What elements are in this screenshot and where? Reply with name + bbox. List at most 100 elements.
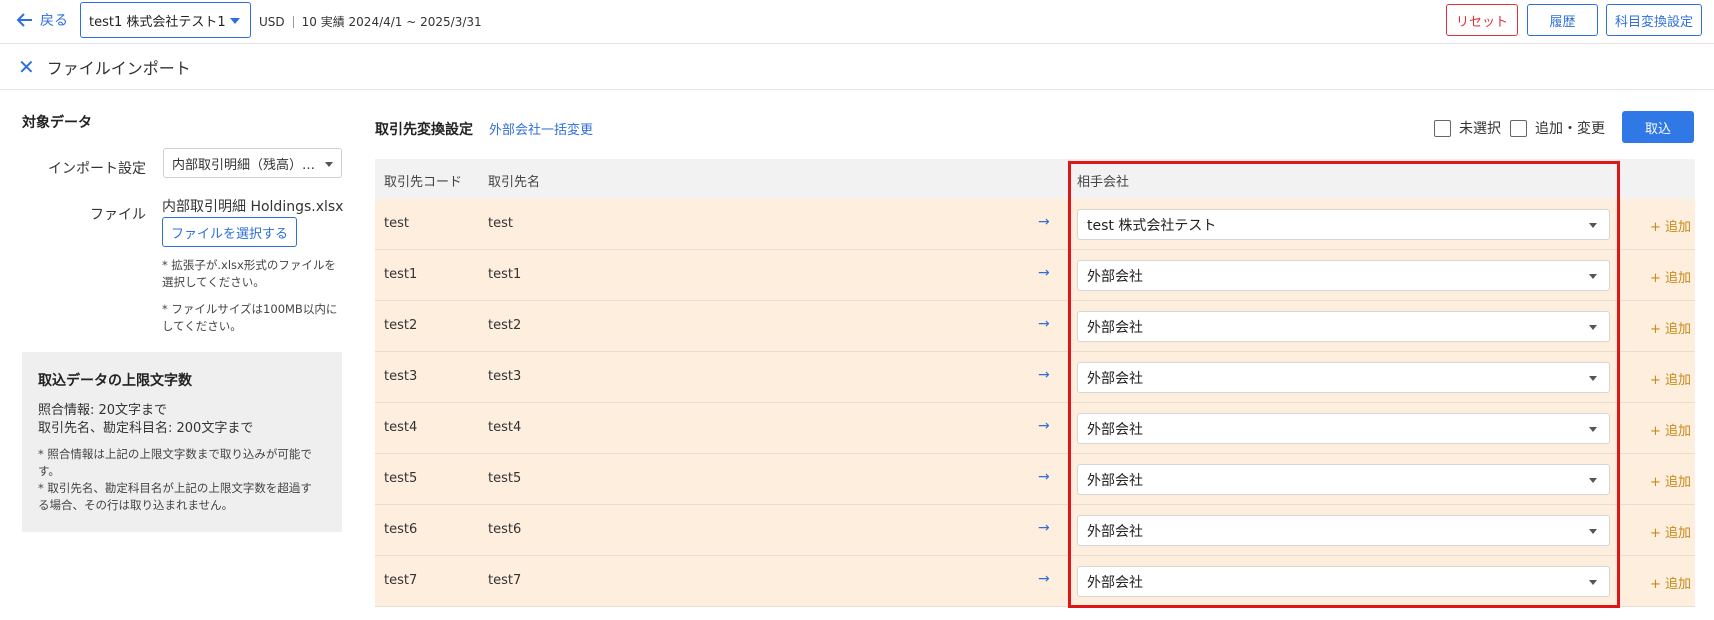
- section-title: 取引先変換設定: [375, 122, 473, 138]
- filesize-note: * ファイルサイズは100MB以内に してください。: [162, 301, 347, 335]
- unselected-filter-label: 未選択: [1459, 121, 1501, 137]
- table-row: test4 test4 → 外部会社 + 追加: [375, 403, 1695, 454]
- arrow-right-icon: →: [1038, 418, 1050, 434]
- sub-header: ✕ ファイルインポート: [0, 44, 1714, 90]
- bulk-change-external-link[interactable]: 外部会社一括変更: [489, 119, 593, 138]
- table-row: test3 test3 → 外部会社 + 追加: [375, 352, 1695, 403]
- partner-name: test2: [488, 318, 522, 333]
- table-row: test6 test6 → 外部会社 + 追加: [375, 505, 1695, 556]
- add-change-filter-checkbox[interactable]: 追加・変更: [1510, 118, 1605, 138]
- partner-code: test7: [384, 573, 418, 588]
- add-change-filter-label: 追加・変更: [1535, 121, 1605, 137]
- top-bar: 戻る test1 株式会社テスト1 USD 10 実績 2024/4/1 ~ 2…: [0, 0, 1714, 44]
- account-mapping-button[interactable]: 科目変換設定: [1606, 4, 1702, 36]
- info-note-2a: * 取引先名、勘定科目名が上記の上限文字数を超過す: [38, 481, 312, 495]
- target-data-title: 対象データ: [22, 115, 92, 131]
- info-note-1b: す。: [38, 464, 60, 478]
- add-button[interactable]: + 追加: [1650, 216, 1691, 235]
- arrow-left-icon: [16, 13, 32, 27]
- partner-company-select[interactable]: test 株式会社テスト: [1077, 209, 1610, 240]
- import-setting-value: 内部取引明細（残高）…: [172, 157, 316, 173]
- partner-name: test1: [488, 267, 522, 282]
- partner-name: test3: [488, 369, 522, 384]
- info-note-1a: * 照合情報は上記の上限文字数まで取り込みが可能で: [38, 447, 312, 461]
- partner-company-value: 外部会社: [1087, 523, 1143, 540]
- add-button[interactable]: + 追加: [1650, 318, 1691, 337]
- scenario-meta: USD 10 実績 2024/4/1 ~ 2025/3/31: [259, 13, 482, 30]
- info-title: 取込データの上限文字数: [38, 373, 192, 389]
- column-header-partner: 相手会社: [1077, 175, 1130, 190]
- partner-company-select[interactable]: 外部会社: [1077, 311, 1610, 342]
- divider: [292, 15, 294, 28]
- chevron-down-icon: [230, 18, 240, 24]
- import-setting-label: インポート設定: [48, 161, 146, 177]
- history-button[interactable]: 履歴: [1527, 4, 1598, 36]
- table-row: test7 test7 → 外部会社 + 追加: [375, 556, 1695, 607]
- chevron-down-icon: [1589, 223, 1597, 228]
- partner-company-value: 外部会社: [1087, 370, 1143, 387]
- extension-note: * 拡張子が.xlsx形式のファイルを 選択してください。: [162, 257, 347, 291]
- add-button[interactable]: + 追加: [1650, 420, 1691, 439]
- add-button[interactable]: + 追加: [1650, 573, 1691, 592]
- partner-code: test6: [384, 522, 418, 537]
- partner-company-value: 外部会社: [1087, 421, 1143, 438]
- import-button[interactable]: 取込: [1622, 111, 1694, 143]
- partner-company-select[interactable]: 外部会社: [1077, 362, 1610, 393]
- partner-name: test7: [488, 573, 522, 588]
- partner-company-select[interactable]: 外部会社: [1077, 464, 1610, 495]
- close-icon[interactable]: ✕: [18, 57, 35, 77]
- info-note-2b: る場合、その行は取り込まれません。: [38, 498, 234, 512]
- unselected-filter-checkbox[interactable]: 未選択: [1434, 118, 1501, 138]
- table-row: test1 test1 → 外部会社 + 追加: [375, 250, 1695, 301]
- add-button[interactable]: + 追加: [1650, 522, 1691, 541]
- partner-code: test3: [384, 369, 418, 384]
- char-limit-info-box: 取込データの上限文字数 照合情報: 20文字まで 取引先名、勘定科目名: 200…: [22, 352, 342, 532]
- table-row: test5 test5 → 外部会社 + 追加: [375, 454, 1695, 505]
- arrow-right-icon: →: [1038, 520, 1050, 536]
- partner-company-select[interactable]: 外部会社: [1077, 566, 1610, 597]
- company-select-value: test1 株式会社テスト1: [89, 14, 226, 30]
- add-button[interactable]: + 追加: [1650, 471, 1691, 490]
- company-select[interactable]: test1 株式会社テスト1: [80, 2, 251, 38]
- reset-button[interactable]: リセット: [1446, 4, 1518, 36]
- extension-note-line2: 選択してください。: [162, 275, 265, 289]
- partner-company-value: 外部会社: [1087, 472, 1143, 489]
- checkbox-icon: [1510, 119, 1527, 137]
- back-button[interactable]: 戻る: [16, 10, 68, 30]
- back-label: 戻る: [40, 13, 68, 29]
- page-title: ファイルインポート: [46, 58, 191, 78]
- info-line-2: 取引先名、勘定科目名: 200文字まで: [38, 421, 254, 436]
- period: 10 実績 2024/4/1 ~ 2025/3/31: [301, 15, 482, 29]
- chevron-down-icon: [1589, 529, 1597, 534]
- column-header-name: 取引先名: [488, 175, 541, 190]
- chevron-down-icon: [325, 162, 333, 167]
- import-setting-select[interactable]: 内部取引明細（残高）…: [163, 148, 342, 178]
- partner-company-value: test 株式会社テスト: [1087, 217, 1217, 234]
- partner-company-select[interactable]: 外部会社: [1077, 515, 1610, 546]
- currency: USD: [259, 14, 285, 29]
- select-file-button[interactable]: ファイルを選択する: [162, 217, 297, 247]
- chevron-down-icon: [1589, 325, 1597, 330]
- arrow-right-icon: →: [1038, 469, 1050, 485]
- chevron-down-icon: [1589, 427, 1597, 432]
- partner-company-select[interactable]: 外部会社: [1077, 260, 1610, 291]
- partner-code: test2: [384, 318, 418, 333]
- partner-company-value: 外部会社: [1087, 319, 1143, 336]
- arrow-right-icon: →: [1038, 367, 1050, 383]
- partner-company-value: 外部会社: [1087, 268, 1143, 285]
- table-header: 取引先コード 取引先名 相手会社: [375, 159, 1695, 199]
- partner-name: test5: [488, 471, 522, 486]
- partner-name: test4: [488, 420, 522, 435]
- extension-note-line1: * 拡張子が.xlsx形式のファイルを: [162, 258, 336, 272]
- selected-file-name: 内部取引明細 Holdings.xlsx: [162, 199, 344, 215]
- partner-code: test5: [384, 471, 418, 486]
- add-button[interactable]: + 追加: [1650, 369, 1691, 388]
- add-button[interactable]: + 追加: [1650, 267, 1691, 286]
- file-label: ファイル: [90, 207, 146, 223]
- arrow-right-icon: →: [1038, 214, 1050, 230]
- column-header-code: 取引先コード: [384, 175, 463, 190]
- filesize-note-line1: * ファイルサイズは100MB以内に: [162, 302, 338, 316]
- partner-code: test1: [384, 267, 418, 282]
- partner-company-select[interactable]: 外部会社: [1077, 413, 1610, 444]
- partner-name: test6: [488, 522, 522, 537]
